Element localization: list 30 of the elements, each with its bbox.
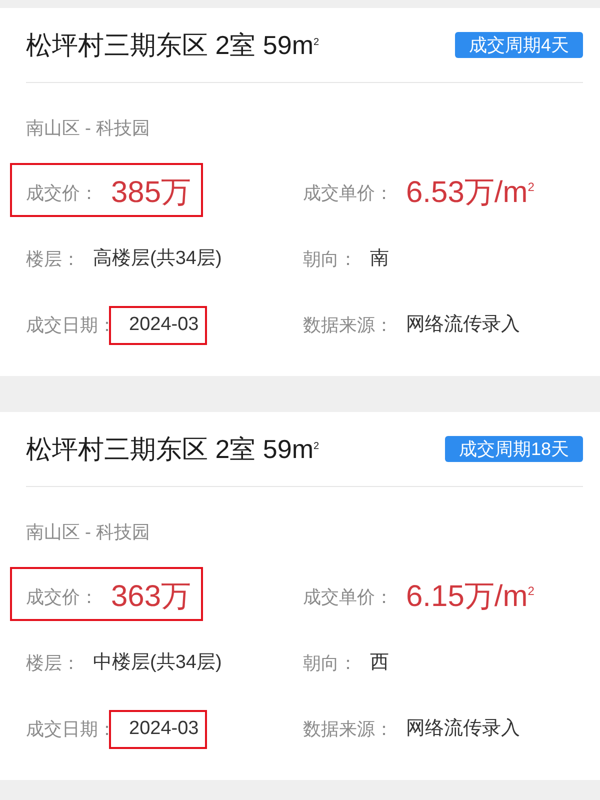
field-label: 成交单价： — [303, 586, 393, 609]
listing-title: 松坪村三期东区 2室 59m$^{2}$ — [26, 29, 320, 61]
field-label: 成交日期： — [26, 718, 116, 741]
listing-title: 松坪村三期东区 2室 59m$^{2}$ — [26, 433, 320, 465]
field-label: 成交单价： — [303, 182, 393, 205]
price-value: 363万 — [111, 579, 192, 615]
field-value: 高楼层(共34层) — [93, 247, 222, 271]
price-value: 385万 — [111, 175, 192, 211]
field-label: 楼层： — [26, 248, 80, 271]
field-label: 成交价： — [26, 586, 98, 609]
location-text: 南山区 - 科技园 — [26, 521, 151, 544]
price-value: 6.53万/m$^{2}$ — [406, 175, 534, 211]
deal-cycle-badge: 成交周期4天 — [454, 32, 583, 58]
field-label: 数据来源： — [303, 314, 393, 337]
field-value: 西 — [370, 651, 389, 675]
field-value: 2024-03 — [129, 717, 199, 741]
field-label: 朝向： — [303, 248, 357, 271]
field-value: 网络流传录入 — [406, 313, 520, 337]
field-label: 楼层： — [26, 652, 80, 675]
field-label: 朝向： — [303, 652, 357, 675]
deal-cycle-badge: 成交周期18天 — [444, 436, 583, 462]
field-value: 中楼层(共34层) — [93, 651, 222, 675]
field-label: 成交价： — [26, 182, 98, 205]
location-text: 南山区 - 科技园 — [26, 117, 151, 140]
field-value: 南 — [370, 247, 389, 271]
field-value: 网络流传录入 — [406, 717, 520, 741]
field-label: 数据来源： — [303, 718, 393, 741]
field-label: 成交日期： — [26, 314, 116, 337]
price-value: 6.15万/m$^{2}$ — [406, 579, 534, 615]
field-value: 2024-03 — [129, 313, 199, 337]
